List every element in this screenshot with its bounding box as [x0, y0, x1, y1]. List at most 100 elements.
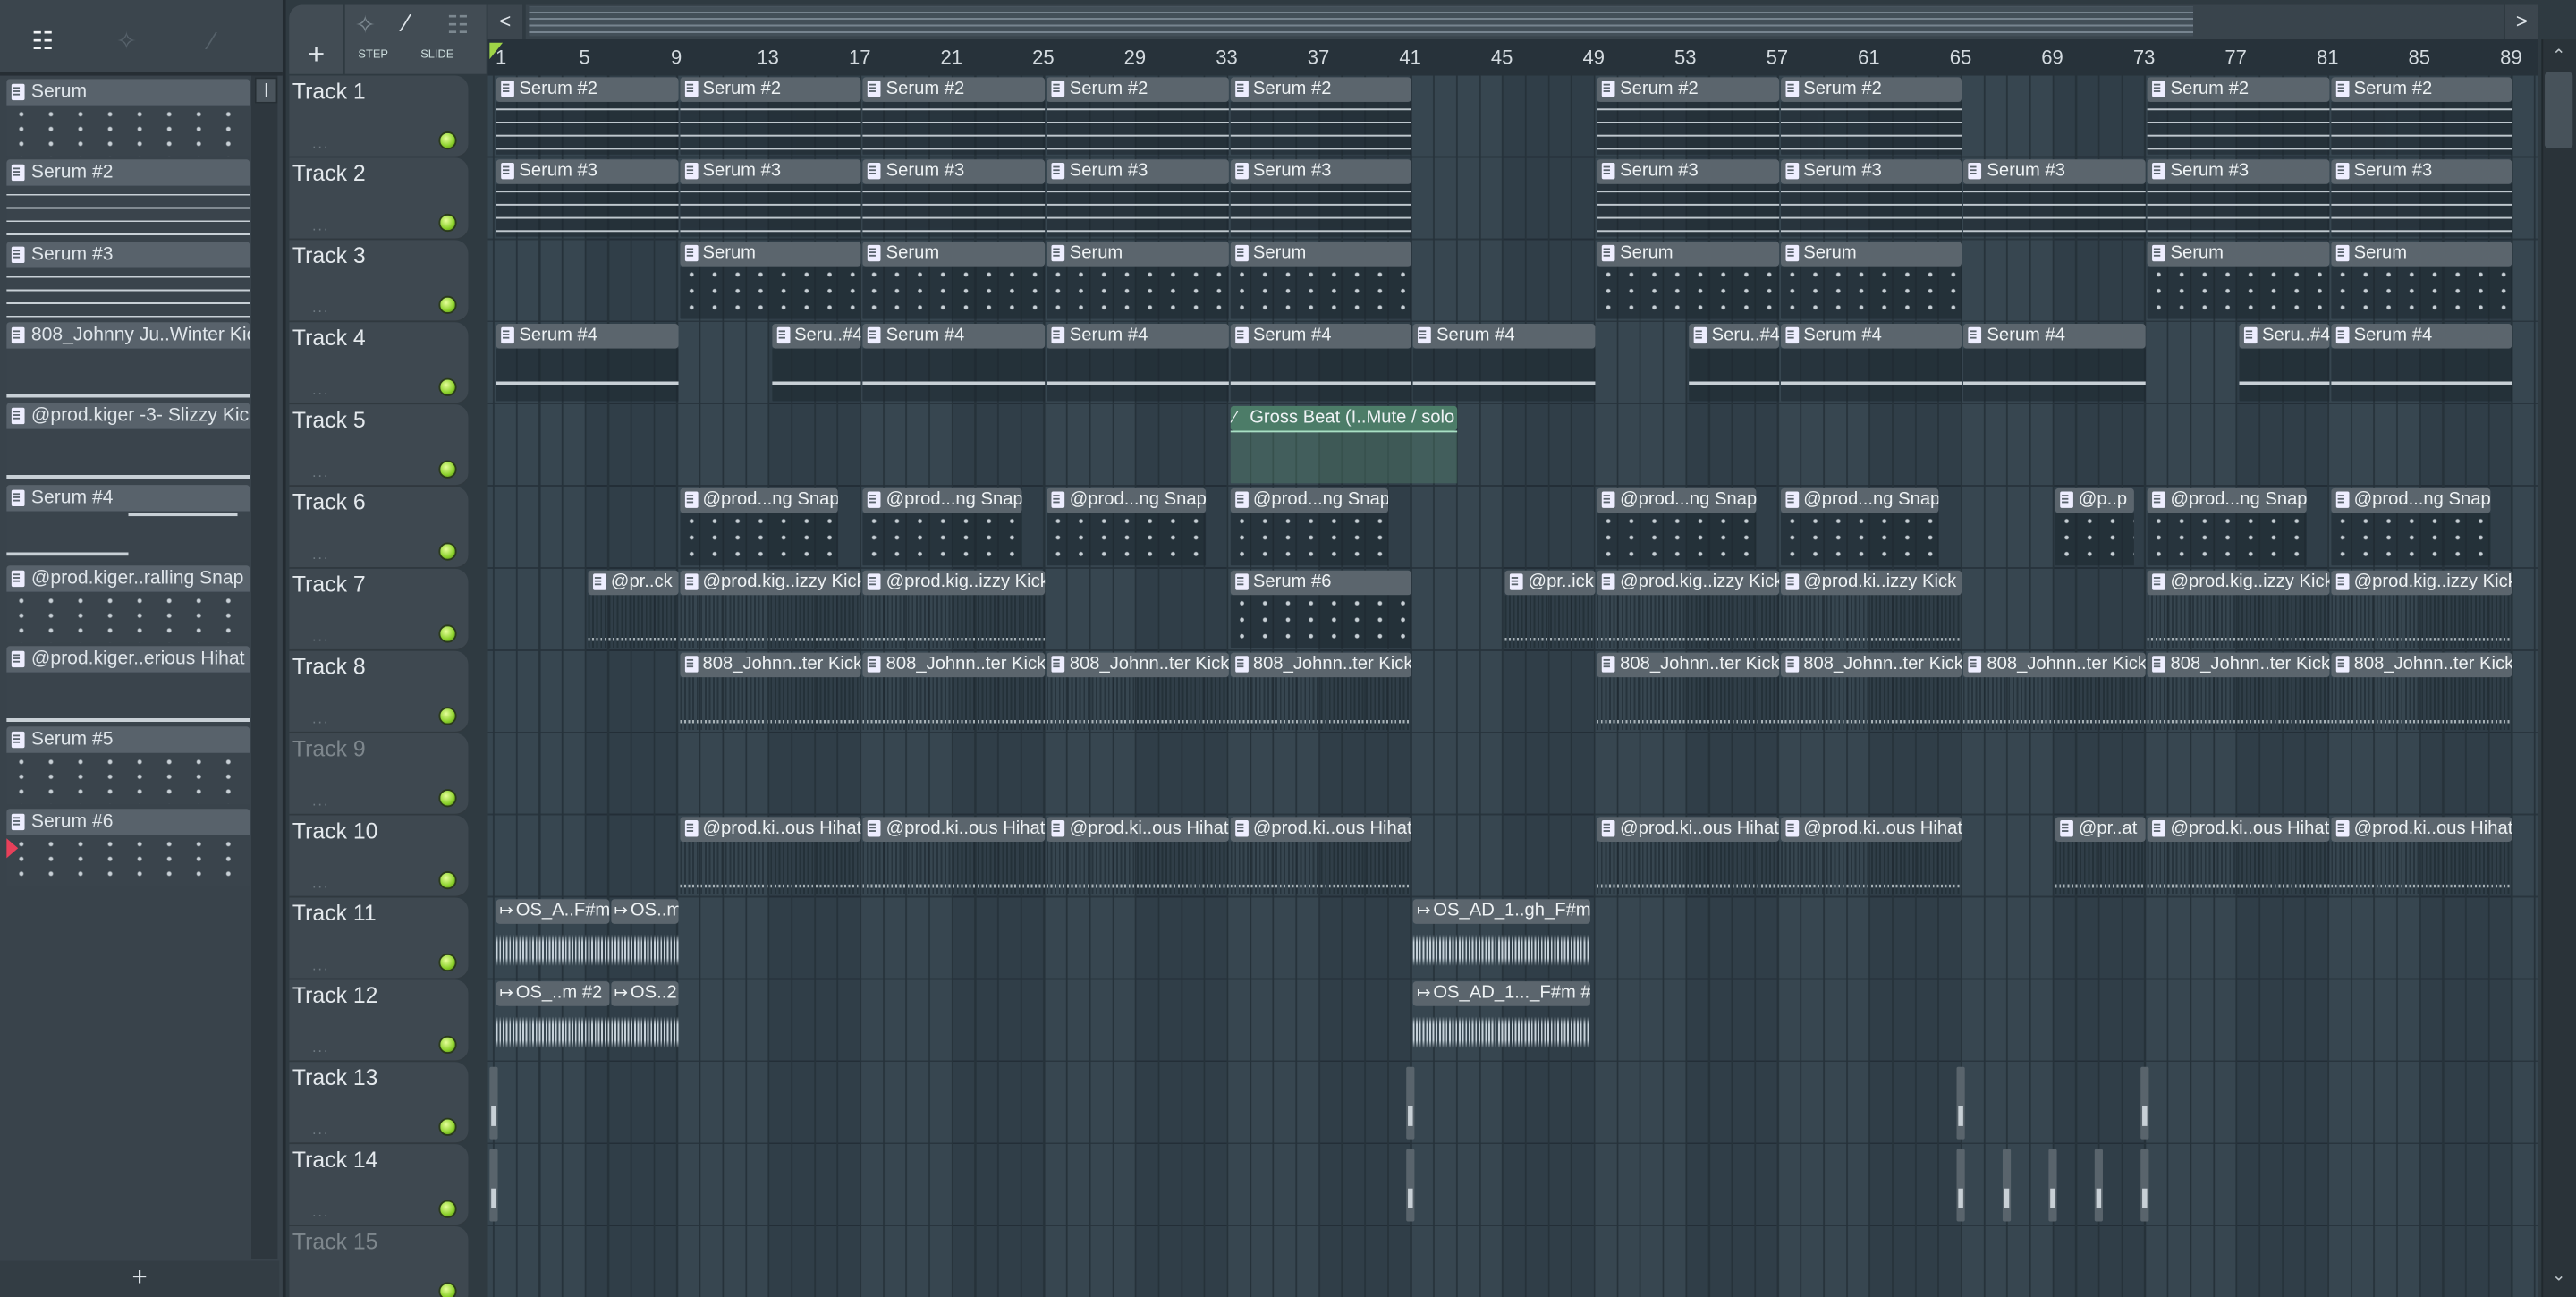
pattern-clip[interactable]: @pr..ick — [1504, 569, 1597, 649]
small-clip[interactable] — [2140, 1066, 2149, 1140]
track-name[interactable]: Track 3 — [292, 243, 366, 268]
pattern-clip[interactable]: Serum — [2330, 240, 2514, 320]
audio-clip[interactable]: ↦ OS..m — [610, 897, 680, 978]
track-mute-led[interactable] — [438, 1035, 457, 1055]
clip-header[interactable]: Serum #6 — [1230, 570, 1412, 596]
pattern-clip[interactable]: Serum — [1597, 240, 1780, 320]
track-mute-led[interactable] — [438, 953, 457, 972]
clip-header[interactable]: Serum #4 — [862, 324, 1046, 349]
clip-header[interactable]: @prod.ki..ous Hihat — [862, 817, 1046, 842]
track-options-icon[interactable]: ... — [312, 463, 329, 479]
track-name[interactable]: Track 8 — [292, 654, 366, 679]
small-clip[interactable] — [2048, 1149, 2058, 1222]
pattern-clip[interactable]: @prod.ki..ous Hihat — [1230, 816, 1413, 896]
clip-header[interactable]: @prod...ng Snap — [1230, 487, 1389, 513]
pattern-item-header[interactable]: @prod.kiger..ralling Snap — [6, 564, 250, 592]
track-header[interactable]: Track 6... — [289, 486, 469, 569]
track-name[interactable]: Track 6 — [292, 490, 366, 515]
pattern-clip[interactable]: Serum #6 — [1230, 569, 1413, 649]
track-mute-led[interactable] — [438, 213, 457, 233]
clip-header[interactable]: @prod.ki..ous Hihat — [1046, 817, 1229, 842]
pattern-clip[interactable]: Serum #3 — [1780, 157, 1964, 238]
pattern-clip[interactable]: 808_Johnn..ter Kick — [1780, 651, 1964, 732]
pattern-clip[interactable]: @prod.kig..izzy Kick — [862, 569, 1046, 649]
pattern-clip[interactable]: Seru..#4 — [2239, 322, 2331, 403]
track-name[interactable]: Track 11 — [292, 901, 377, 926]
clip-header[interactable]: @prod.ki..ous Hihat — [2147, 817, 2330, 842]
timeline-ruler[interactable]: 1 5 9 13 17 21 25 29 33 37 41 45 49 53 57 61 65 69 73 77 81 8… — [487, 39, 2538, 76]
clip-header[interactable]: 808_Johnn..ter Kick — [1780, 652, 1962, 678]
pattern-clip[interactable]: Serum — [1780, 240, 1964, 320]
track-header[interactable]: Track 10... — [289, 815, 469, 898]
track-mute-led[interactable] — [438, 789, 457, 808]
vertical-scroll-thumb[interactable] — [2545, 72, 2573, 148]
clip-header[interactable]: @prod...ng Snap — [2147, 487, 2307, 513]
clip-header[interactable]: Serum #3 — [862, 159, 1046, 184]
overview-scroll-thumb[interactable] — [529, 6, 2193, 37]
pattern-clip[interactable]: @prod.ki..ous Hihat — [2147, 816, 2331, 896]
track-mute-led[interactable] — [438, 1282, 457, 1297]
track-header[interactable]: Track 1... — [289, 75, 469, 158]
track-options-icon[interactable]: ... — [312, 1203, 329, 1219]
clip-header[interactable]: @prod.ki..ous Hihat — [2330, 817, 2513, 842]
track-name[interactable]: Track 10 — [292, 818, 378, 843]
track-name[interactable]: Track 13 — [292, 1065, 378, 1090]
pattern-clip[interactable]: @prod.kig..izzy Kick — [2147, 569, 2331, 649]
pattern-clip[interactable]: @prod.ki..ous Hihat — [1597, 816, 1780, 896]
pattern-clip[interactable]: Serum #2 — [1780, 76, 1964, 157]
pattern-clip[interactable]: 808_Johnn..ter Kick — [862, 651, 1046, 732]
track-name[interactable]: Track 12 — [292, 983, 378, 1008]
clip-header[interactable]: 808_Johnn..ter Kick — [862, 652, 1046, 678]
clip-header[interactable]: Serum #3 — [1230, 159, 1412, 184]
clip-header[interactable]: @prod.kig..izzy Kick — [2147, 570, 2330, 596]
clip-header[interactable]: ↦ OS_AD_1..._F#m #2 — [1413, 981, 1591, 1006]
clip-header[interactable]: ↦ OS_..m #2 — [496, 981, 610, 1006]
pattern-clip[interactable]: Serum #2 — [496, 76, 680, 157]
small-clip[interactable] — [2003, 1149, 2012, 1222]
piano-roll-icon[interactable]: ☷ — [28, 29, 57, 55]
clip-header[interactable]: @p..p — [2055, 487, 2135, 513]
scroll-down-icon[interactable]: ⌄ — [2545, 1262, 2572, 1292]
pattern-clip[interactable]: @prod...ng Snap — [1230, 487, 1390, 567]
pattern-clip[interactable]: Serum #4 — [862, 322, 1046, 403]
track-options-icon[interactable]: ... — [312, 1038, 329, 1055]
pattern-clip[interactable]: Serum #4 — [1963, 322, 2148, 403]
track-mute-led[interactable] — [438, 707, 457, 725]
clip-header[interactable]: @prod...ng Snap — [1597, 487, 1757, 513]
clip-header[interactable]: Serum #2 — [1046, 77, 1229, 102]
playlist-grid[interactable]: Serum #2 Serum #2 Serum #2 Serum #2 Serum #2… — [487, 75, 2538, 1297]
track-name[interactable]: Track 1 — [292, 79, 366, 104]
pattern-item-header[interactable]: Serum #2 — [6, 159, 250, 187]
track-options-icon[interactable]: ... — [312, 957, 329, 973]
pattern-clip[interactable]: @prod.kig..izzy Kick — [679, 569, 863, 649]
pattern-item[interactable]: Serum #6 — [6, 808, 250, 886]
pattern-clip[interactable]: Serum #2 — [679, 76, 863, 157]
clip-header[interactable]: @prod...ng Snap — [679, 487, 839, 513]
pattern-clip[interactable]: Serum #4 — [1046, 322, 1230, 403]
pattern-clip[interactable]: @prod.kig..izzy Kick — [2330, 569, 2514, 649]
clip-header[interactable]: Serum — [1230, 242, 1412, 267]
clip-header[interactable]: @prod...ng Snap — [1780, 487, 1940, 513]
clip-header[interactable]: @prod.ki..ous Hihat — [1230, 817, 1412, 842]
pattern-clip[interactable]: Serum #4 — [1230, 322, 1413, 403]
track-options-icon[interactable]: ... — [312, 628, 329, 644]
clip-header[interactable]: Serum #3 — [1780, 159, 1962, 184]
pattern-item[interactable]: @prod.kiger..erious Hihat — [6, 646, 250, 724]
audio-clip[interactable]: ↦ OS_..m #2 — [496, 979, 611, 1060]
picker-scrollbar[interactable] — [251, 75, 278, 1259]
scroll-right-button[interactable]: > — [2504, 4, 2538, 40]
pattern-item-header[interactable]: @prod.kiger -3- Slizzy Kick — [6, 403, 250, 430]
pattern-clip[interactable]: 808_Johnn..ter Kick — [1046, 651, 1230, 732]
track-name[interactable]: Track 9 — [292, 736, 366, 761]
pattern-clip[interactable]: Seru..#4 — [1688, 322, 1781, 403]
pattern-clip[interactable]: Serum #2 — [2147, 76, 2331, 157]
clip-header[interactable]: Serum — [2147, 242, 2330, 267]
clip-header[interactable]: Serum #2 — [1780, 77, 1962, 102]
clip-header[interactable]: @prod.kig..izzy Kick — [1597, 570, 1779, 596]
track-header[interactable]: Track 12... — [289, 979, 469, 1063]
clip-header[interactable]: 808_Johnn..ter Kick — [2330, 652, 2513, 678]
pattern-clip[interactable]: 808_Johnn..ter Kick — [1597, 651, 1780, 732]
pattern-clip[interactable]: 808_Johnn..ter Kick — [1963, 651, 2148, 732]
clip-header[interactable]: Serum #2 — [1230, 77, 1412, 102]
audio-icon[interactable]: ✧ — [112, 29, 141, 55]
